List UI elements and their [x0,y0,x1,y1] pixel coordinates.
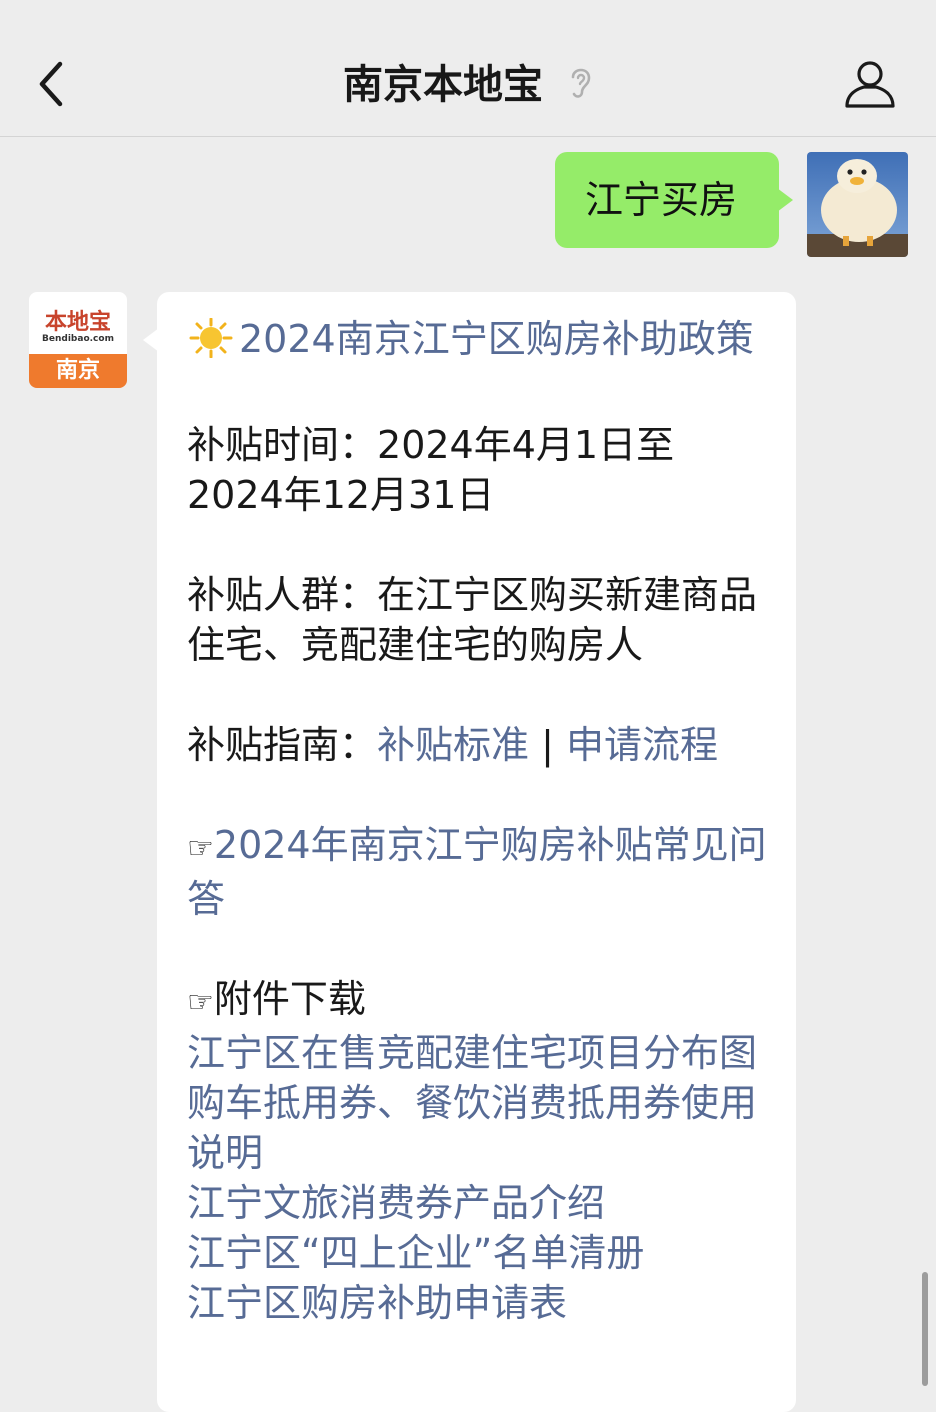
time-paragraph: 补贴时间：2024年4月1日至2024年12月31日 [187,420,770,520]
people-paragraph: 补贴人群：在江宁区购买新建商品住宅、竞配建住宅的购房人 [187,570,770,670]
attachment-link[interactable]: 江宁文旅消费券产品介绍 [187,1178,770,1228]
user-avatar[interactable] [807,152,908,257]
logo-url: Bendibao.com [42,334,114,344]
application-process-link[interactable]: 申请流程 [566,723,718,767]
official-account-avatar[interactable]: 本地宝 Bendibao.com 南京 [29,292,127,388]
guide-separator: | [529,723,566,767]
headline-paragraph: 2024南京江宁区购房补助政策 [187,314,770,370]
sun-icon [187,317,235,370]
chat-title-row: 南京本地宝 [0,58,936,112]
attachment-link[interactable]: 购车抵用券、餐饮消费抵用券使用说明 [187,1078,770,1178]
profile-icon[interactable] [844,58,896,110]
scrollbar[interactable] [922,1272,928,1386]
user-message-bubble[interactable]: 江宁买房 [555,152,793,248]
people-label: 补贴人群： [187,573,378,617]
time-label: 补贴时间： [187,423,378,467]
pointing-hand-icon: ☞ [187,831,214,866]
top-bar: 南京本地宝 [0,0,936,137]
faq-link[interactable]: 2024年南京江宁购房补贴常见问答 [187,823,767,921]
reply-message-bubble: 2024南京江宁区购房补助政策 补贴时间：2024年4月1日至2024年12月3… [143,292,796,1412]
guide-paragraph: 补贴指南：补贴标准 | 申请流程 [187,720,770,770]
headline-link[interactable]: 2024南京江宁区购房补助政策 [239,317,754,361]
attachments-section: ☞附件下载 江宁区在售竞配建住宅项目分布图 购车抵用券、餐饮消费抵用券使用说明 … [187,974,770,1328]
ear-icon [567,60,593,114]
attachment-link[interactable]: 江宁区在售竞配建住宅项目分布图 [187,1028,770,1078]
attachment-link[interactable]: 江宁区购房补助申请表 [187,1278,770,1328]
attachments-label: 附件下载 [213,977,366,1021]
logo-text: 本地宝 [44,309,111,335]
user-message-text: 江宁买房 [585,178,738,222]
attachment-link[interactable]: 江宁区“四上企业”名单清册 [187,1228,770,1278]
attachments-heading: ☞附件下载 [187,974,770,1028]
guide-label: 补贴指南： [187,723,378,767]
chat-title: 南京本地宝 [343,62,544,108]
subsidy-standard-link[interactable]: 补贴标准 [377,723,529,767]
logo-city: 南京 [29,354,127,388]
faq-paragraph: ☞2024年南京江宁购房补贴常见问答 [187,820,770,924]
pointing-hand-icon: ☞ [187,985,214,1020]
